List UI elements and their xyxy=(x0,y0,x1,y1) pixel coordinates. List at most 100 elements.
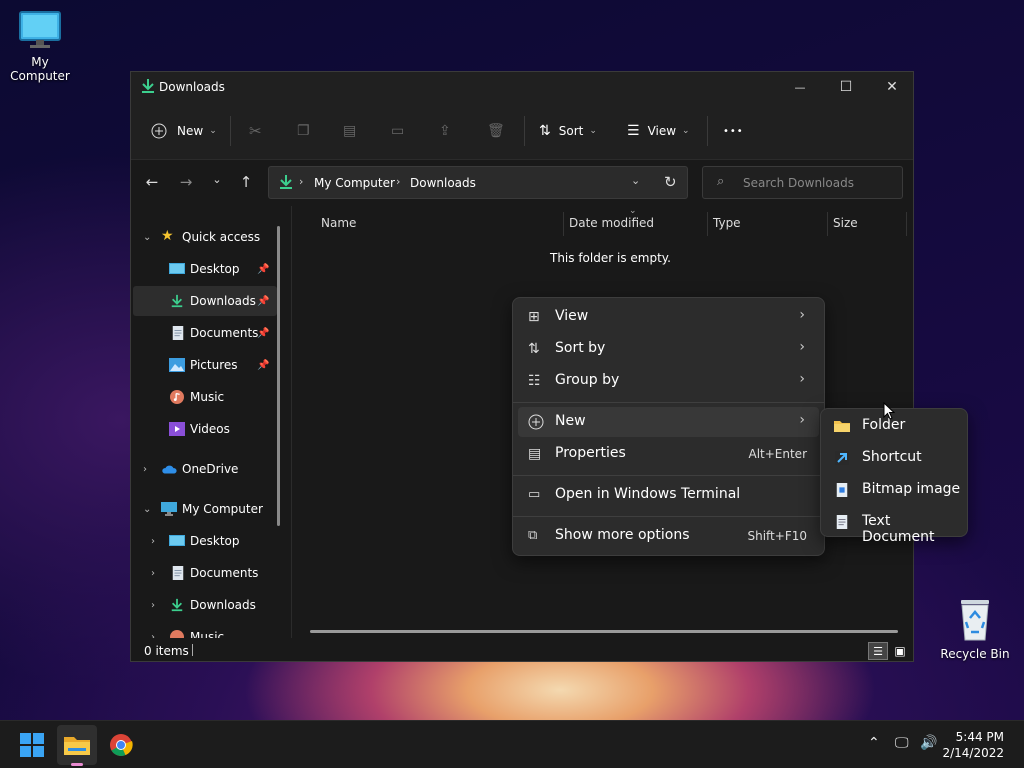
address-dropdown-icon[interactable]: ⌄ xyxy=(631,174,640,187)
cut-button[interactable]: ✂ xyxy=(249,118,262,144)
downloads-icon xyxy=(171,598,183,612)
cloud-icon xyxy=(162,465,177,474)
folder-icon xyxy=(834,421,850,432)
column-header-size[interactable]: Size xyxy=(833,216,858,230)
new-button[interactable]: New ⌄ xyxy=(151,118,217,144)
breadcrumb-downloads[interactable]: Downloads xyxy=(410,176,476,190)
submenu-item-shortcut[interactable]: Shortcut xyxy=(826,443,964,473)
nav-desktop[interactable]: Desktop 📌 xyxy=(133,254,277,284)
minimize-button[interactable]: — xyxy=(777,72,823,102)
breadcrumb-my-computer[interactable]: My Computer xyxy=(314,176,395,190)
taskbar-chrome[interactable] xyxy=(101,725,141,765)
column-header-type[interactable]: Type xyxy=(713,216,741,230)
downloads-icon xyxy=(280,175,292,189)
submenu-item-label: Text Document xyxy=(862,513,935,545)
network-icon[interactable]: 🖵 xyxy=(895,735,909,751)
taskbar-file-explorer[interactable] xyxy=(57,725,97,766)
up-button[interactable]: ↑ xyxy=(235,173,257,193)
nav-computer-desktop[interactable]: › Desktop xyxy=(133,526,277,556)
menu-item-view[interactable]: ⊞ View › xyxy=(518,302,819,332)
column-divider[interactable] xyxy=(827,212,828,236)
menu-item-label: Sort by xyxy=(555,340,606,356)
sort-icon: ⇅ xyxy=(528,341,540,357)
sort-button[interactable]: ⇅ Sort ⌄ xyxy=(539,118,597,144)
volume-icon[interactable]: 🔊 xyxy=(920,735,937,751)
recent-locations-button[interactable]: ⌄ xyxy=(206,173,228,193)
clock[interactable]: 5:44 PM 2/14/2022 xyxy=(942,729,1004,761)
search-input[interactable]: ⌕ Search Downloads xyxy=(702,166,903,199)
title-bar[interactable]: Downloads — ☐ ✕ xyxy=(131,72,913,102)
nav-music[interactable]: Music xyxy=(133,382,277,412)
menu-item-show-more-options[interactable]: ⧉ Show more options Shift+F10 xyxy=(518,521,819,551)
details-view-button[interactable]: ☰ xyxy=(868,642,888,660)
desktop-icon-label: My Computer xyxy=(10,55,70,83)
forward-button[interactable]: → xyxy=(175,173,197,193)
large-icons-view-button[interactable]: ▣ xyxy=(891,642,909,660)
pin-icon: 📌 xyxy=(257,327,270,339)
column-divider[interactable] xyxy=(563,212,564,236)
nav-label: My Computer xyxy=(182,502,263,516)
nav-computer-documents[interactable]: › Documents xyxy=(133,558,277,588)
menu-item-group-by[interactable]: ☷ Group by › xyxy=(518,366,819,396)
nav-my-computer[interactable]: ⌄ My Computer xyxy=(133,494,277,524)
column-header-name[interactable]: Name xyxy=(321,216,356,230)
sort-label: Sort xyxy=(558,124,584,138)
menu-item-label: Show more options xyxy=(555,527,690,543)
menu-item-label: New xyxy=(555,413,586,429)
nav-documents[interactable]: Documents 📌 xyxy=(133,318,277,348)
chevron-down-icon: ⌄ xyxy=(143,503,152,515)
rename-button[interactable]: ▭ xyxy=(391,118,404,144)
nav-onedrive[interactable]: › OneDrive xyxy=(133,454,277,484)
desktop-icon-label: Recycle Bin xyxy=(940,647,1010,661)
command-bar: New ⌄ ✂ ❐ ▤ ▭ ⇪ 🗑 ⇅ Sort ⌄ ☰ View ⌄ ••• xyxy=(131,102,913,160)
nav-pictures[interactable]: Pictures 📌 xyxy=(133,350,277,380)
menu-item-properties[interactable]: ▤ Properties Alt+Enter xyxy=(518,439,819,469)
nav-videos[interactable]: Videos xyxy=(133,414,277,444)
chevron-right-icon: › xyxy=(799,412,805,428)
start-button[interactable] xyxy=(12,725,52,765)
nav-label: Downloads xyxy=(190,294,256,308)
grid-icon: ⊞ xyxy=(528,309,540,325)
nav-computer-downloads[interactable]: › Downloads xyxy=(133,590,277,620)
toolbar-divider xyxy=(230,116,231,146)
desktop-icon-recycle-bin[interactable]: Recycle Bin xyxy=(935,598,1015,661)
nav-label: Pictures xyxy=(190,358,238,372)
column-divider[interactable] xyxy=(707,212,708,236)
nav-scrollbar[interactable] xyxy=(277,226,280,526)
nav-downloads[interactable]: Downloads 📌 xyxy=(133,286,277,316)
list-icon: ☷ xyxy=(528,373,541,389)
chevron-right-icon: › xyxy=(143,463,147,475)
delete-button[interactable]: 🗑 xyxy=(487,118,505,144)
close-icon: ✕ xyxy=(886,79,898,95)
menu-item-open-terminal[interactable]: ▭ Open in Windows Terminal xyxy=(518,480,819,510)
nav-label: Videos xyxy=(190,422,230,436)
details-view-icon: ☰ xyxy=(873,644,883,658)
maximize-button[interactable]: ☐ xyxy=(823,72,869,102)
submenu-item-text-document[interactable]: Text Document xyxy=(826,507,964,545)
nav-label: Quick access xyxy=(182,230,261,244)
refresh-icon[interactable]: ↻ xyxy=(664,173,677,191)
show-hidden-icons-button[interactable]: ⌃ xyxy=(868,735,880,751)
nav-label: Desktop xyxy=(190,534,240,548)
column-divider[interactable] xyxy=(906,212,907,236)
nav-quick-access[interactable]: ⌄ ★ Quick access xyxy=(133,222,277,252)
address-bar[interactable]: › My Computer › Downloads ⌄ ↻ xyxy=(268,166,688,199)
submenu-item-bitmap-image[interactable]: Bitmap image xyxy=(826,475,964,505)
view-button[interactable]: ☰ View ⌄ xyxy=(627,118,690,144)
horizontal-scrollbar[interactable] xyxy=(310,630,898,633)
column-header-date-modified[interactable]: Date modified xyxy=(569,216,654,230)
submenu-item-folder[interactable]: Folder xyxy=(826,411,964,441)
menu-item-new[interactable]: New › xyxy=(518,407,819,437)
copy-button[interactable]: ❐ xyxy=(297,118,310,144)
menu-item-sort-by[interactable]: ⇅ Sort by › xyxy=(518,334,819,364)
see-more-button[interactable]: ••• xyxy=(723,118,744,144)
nav-computer-music[interactable]: › Music xyxy=(133,622,277,638)
desktop-icon-my-computer[interactable]: My Computer xyxy=(0,10,80,83)
close-button[interactable]: ✕ xyxy=(869,72,915,102)
bitmap-file-icon xyxy=(836,483,848,497)
item-count: 0 items xyxy=(144,644,189,658)
share-button[interactable]: ⇪ xyxy=(439,118,451,144)
paste-button[interactable]: ▤ xyxy=(343,118,356,144)
back-button[interactable]: ← xyxy=(141,173,163,193)
folder-icon xyxy=(64,737,90,755)
